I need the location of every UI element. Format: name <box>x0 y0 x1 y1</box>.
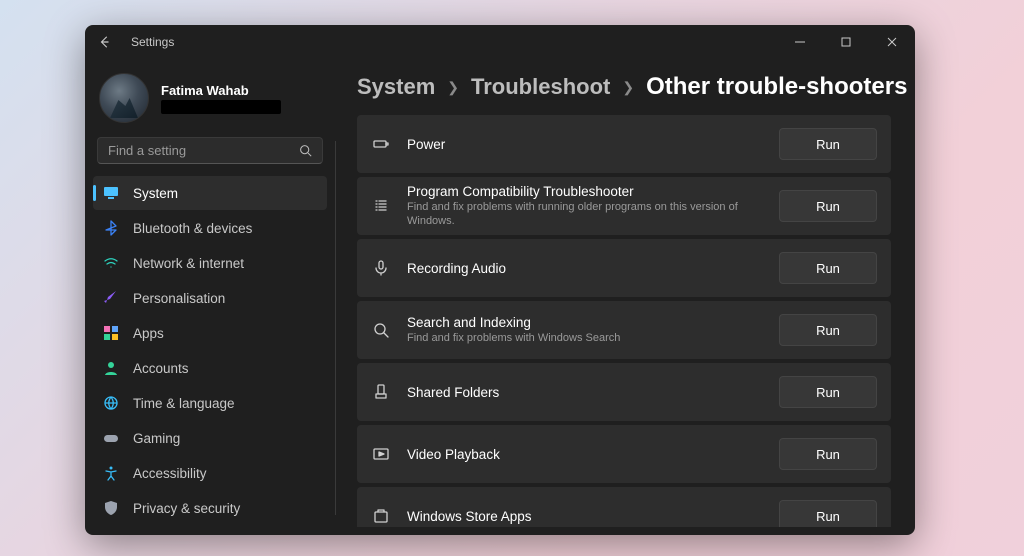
troubleshooter-title: Windows Store Apps <box>407 509 763 524</box>
gamepad-icon <box>103 430 119 446</box>
apps-icon <box>103 325 119 341</box>
avatar <box>99 73 149 123</box>
sidebar-nav: System Bluetooth & devices Network & int… <box>93 176 327 525</box>
sidebar-item-label: Network & internet <box>133 256 244 271</box>
sidebar-item-apps[interactable]: Apps <box>93 316 327 350</box>
store-icon <box>371 506 391 526</box>
main: System ❯ Troubleshoot ❯ Other trouble-sh… <box>335 59 915 535</box>
troubleshooter-row: Program Compatibility Troubleshooter Fin… <box>357 177 891 235</box>
troubleshooter-desc: Find and fix problems with running older… <box>407 200 763 229</box>
back-button[interactable] <box>97 34 113 50</box>
mic-icon <box>371 258 391 278</box>
shield-icon <box>103 500 119 516</box>
titlebar: Settings <box>85 25 915 59</box>
divider <box>335 141 336 515</box>
troubleshooter-row: Search and Indexing Find and fix problem… <box>357 301 891 359</box>
run-button[interactable]: Run <box>779 376 877 408</box>
brush-icon <box>103 290 119 306</box>
shared-icon <box>371 382 391 402</box>
troubleshooter-row: Windows Store Apps Run <box>357 487 891 527</box>
run-button[interactable]: Run <box>779 438 877 470</box>
sidebar-item-label: Bluetooth & devices <box>133 221 252 236</box>
window-title: Settings <box>131 35 174 49</box>
sidebar-item-gaming[interactable]: Gaming <box>93 421 327 455</box>
sidebar-item-bluetooth-devices[interactable]: Bluetooth & devices <box>93 211 327 245</box>
troubleshooter-title: Power <box>407 137 763 152</box>
accessibility-icon <box>103 465 119 481</box>
body: Fatima Wahab Find a setting System Bluet… <box>85 59 915 535</box>
profile-email-redacted <box>161 100 281 114</box>
run-button[interactable]: Run <box>779 500 877 527</box>
run-button[interactable]: Run <box>779 190 877 222</box>
sidebar-item-time-language[interactable]: Time & language <box>93 386 327 420</box>
troubleshooter-title: Recording Audio <box>407 261 763 276</box>
minimize-button[interactable] <box>777 25 823 59</box>
bluetooth-icon <box>103 220 119 236</box>
troubleshooter-title: Shared Folders <box>407 385 763 400</box>
troubleshooter-title: Video Playback <box>407 447 763 462</box>
close-button[interactable] <box>869 25 915 59</box>
globe-icon <box>103 395 119 411</box>
sidebar-item-label: Accessibility <box>133 466 207 481</box>
monitor-icon <box>103 185 119 201</box>
run-button[interactable]: Run <box>779 128 877 160</box>
sidebar-item-label: Time & language <box>133 396 235 411</box>
profile[interactable]: Fatima Wahab <box>93 69 327 133</box>
breadcrumb: System ❯ Troubleshoot ❯ Other trouble-sh… <box>337 73 895 101</box>
sidebar-item-label: Apps <box>133 326 164 341</box>
sidebar-item-accounts[interactable]: Accounts <box>93 351 327 385</box>
search-icon <box>371 320 391 340</box>
person-icon <box>103 360 119 376</box>
wifi-icon <box>103 255 119 271</box>
sidebar-item-personalisation[interactable]: Personalisation <box>93 281 327 315</box>
breadcrumb-current: Other trouble-shooters <box>646 73 907 101</box>
troubleshooter-row: Recording Audio Run <box>357 239 891 297</box>
run-button[interactable]: Run <box>779 314 877 346</box>
sidebar-item-privacy-security[interactable]: Privacy & security <box>93 491 327 525</box>
sidebar-item-accessibility[interactable]: Accessibility <box>93 456 327 490</box>
sidebar: Fatima Wahab Find a setting System Bluet… <box>85 59 335 535</box>
troubleshooter-title: Search and Indexing <box>407 315 763 330</box>
troubleshooter-row: Video Playback Run <box>357 425 891 483</box>
sidebar-item-label: Personalisation <box>133 291 225 306</box>
window-controls <box>777 25 915 59</box>
list-icon <box>371 196 391 216</box>
maximize-button[interactable] <box>823 25 869 59</box>
breadcrumb-system[interactable]: System <box>357 74 435 100</box>
sidebar-item-label: System <box>133 186 178 201</box>
troubleshooter-desc: Find and fix problems with Windows Searc… <box>407 331 763 345</box>
run-button[interactable]: Run <box>779 252 877 284</box>
sidebar-item-label: Privacy & security <box>133 501 240 516</box>
breadcrumb-troubleshoot[interactable]: Troubleshoot <box>471 74 610 100</box>
sidebar-item-label: Accounts <box>133 361 189 376</box>
search-icon <box>299 144 312 157</box>
settings-window: Settings Fatima Wahab Find <box>85 25 915 535</box>
chevron-right-icon: ❯ <box>622 79 634 96</box>
video-icon <box>371 444 391 464</box>
sidebar-item-label: Gaming <box>133 431 180 446</box>
search-placeholder: Find a setting <box>108 143 186 158</box>
sidebar-item-system[interactable]: System <box>93 176 327 210</box>
chevron-right-icon: ❯ <box>447 79 459 96</box>
sidebar-item-network-internet[interactable]: Network & internet <box>93 246 327 280</box>
troubleshooter-row: Power Run <box>357 115 891 173</box>
troubleshooter-title: Program Compatibility Troubleshooter <box>407 184 763 199</box>
profile-name: Fatima Wahab <box>161 83 281 98</box>
troubleshooter-row: Shared Folders Run <box>357 363 891 421</box>
battery-icon <box>371 134 391 154</box>
troubleshooter-list[interactable]: Power Run Program Compatibility Troubles… <box>337 115 895 527</box>
search-input[interactable]: Find a setting <box>97 137 323 164</box>
